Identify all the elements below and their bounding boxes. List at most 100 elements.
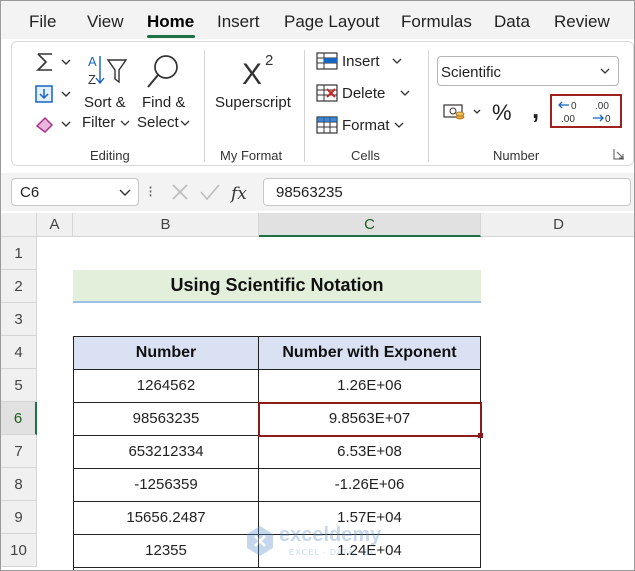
chevron-down-icon <box>600 68 610 74</box>
number-format-value: Scientific <box>441 64 502 81</box>
accounting-format-icon[interactable] <box>442 102 482 124</box>
ribbon: A Z Sort & Filter Find & Select Editing … <box>11 41 634 166</box>
find-select-label-1: Find & <box>142 94 186 111</box>
chevron-down-icon <box>119 189 131 196</box>
row-header-6[interactable]: 6 <box>1 402 37 435</box>
svg-text:0: 0 <box>571 101 577 112</box>
table-cell[interactable]: -1.26E+06 <box>259 469 481 502</box>
sort-filter-icon: A Z <box>88 54 128 87</box>
svg-text:A: A <box>88 54 97 69</box>
superscript-icon: X 2 <box>242 52 273 90</box>
table-cell[interactable]: 1264562 <box>74 370 259 403</box>
svg-text:2: 2 <box>265 52 273 69</box>
svg-text:.00: .00 <box>561 114 575 125</box>
svg-text:0: 0 <box>605 114 611 125</box>
group-divider <box>428 50 429 162</box>
chevron-down-icon <box>180 120 190 126</box>
tab-review[interactable]: Review <box>554 12 610 32</box>
delete-cells-icon <box>316 84 338 102</box>
name-box-value: C6 <box>20 184 40 201</box>
excel-window: File View Home Insert Page Layout Formul… <box>0 0 635 571</box>
find-select-label-2: Select <box>137 114 179 131</box>
table-cell[interactable]: -1256359 <box>74 469 259 502</box>
editing-group-label: Editing <box>90 148 130 163</box>
more-options-icon[interactable]: ⁝ <box>148 182 153 202</box>
active-tab-indicator <box>147 35 195 38</box>
row-header-7[interactable]: 7 <box>1 435 37 468</box>
number-format-select[interactable]: Scientific <box>437 56 619 86</box>
tab-formulas[interactable]: Formulas <box>401 12 472 32</box>
group-divider <box>204 50 205 162</box>
table-header-number[interactable]: Number <box>74 337 259 370</box>
column-header-b[interactable]: B <box>73 213 259 237</box>
row-header-8[interactable]: 8 <box>1 468 37 501</box>
tab-insert[interactable]: Insert <box>217 12 260 32</box>
decrease-decimal-icon[interactable]: .00 0 <box>590 98 618 126</box>
active-cell-highlight <box>258 402 482 437</box>
my-format-group-label: My Format <box>220 148 283 163</box>
watermark-tagline: EXCEL · DATA · BI <box>289 548 374 557</box>
worksheet-grid: A B C D 1 2 3 4 5 6 7 8 9 10 Using Scien… <box>1 213 634 570</box>
formula-bar: C6 ⁝ fx 98563235 <box>1 173 634 211</box>
ribbon-tab-bar: File View Home Insert Page Layout Formul… <box>1 1 634 39</box>
insert-function-icon: fx <box>229 184 247 204</box>
magnifier-icon <box>147 55 178 88</box>
row-header-2[interactable]: 2 <box>1 270 37 303</box>
delete-label: Delete <box>342 85 386 102</box>
chevron-down-icon <box>120 120 130 126</box>
table-cell[interactable]: 98563235 <box>74 403 259 436</box>
chevron-down-icon <box>394 122 404 128</box>
clear-eraser-icon[interactable] <box>34 114 74 136</box>
percent-style-button[interactable]: % <box>492 100 512 126</box>
table-cell[interactable]: 12355 <box>74 535 259 568</box>
table-cell[interactable]: 15656.2487 <box>74 502 259 535</box>
insert-cells-icon <box>316 52 338 70</box>
formula-controls: fx <box>172 184 247 204</box>
sort-filter-label-2: Filter <box>82 114 116 131</box>
tab-home[interactable]: Home <box>147 12 194 32</box>
row-header-4[interactable]: 4 <box>1 336 37 369</box>
format-label: Format <box>342 117 390 134</box>
tab-data[interactable]: Data <box>494 12 530 32</box>
tab-view[interactable]: View <box>87 12 124 32</box>
insert-label: Insert <box>342 53 380 70</box>
decimal-buttons-highlight: 0 .00 .00 0 <box>550 94 622 128</box>
format-cells-icon <box>316 116 338 134</box>
superscript-label: Superscript <box>215 94 291 111</box>
tab-file[interactable]: File <box>29 12 56 32</box>
sheet-title-cell[interactable]: Using Scientific Notation <box>73 270 481 303</box>
autosum-icon[interactable] <box>34 52 74 74</box>
watermark-brand: exceldemy <box>279 524 382 546</box>
row-header-3[interactable]: 3 <box>1 303 37 336</box>
column-header-c[interactable]: C <box>259 213 481 237</box>
chevron-down-icon <box>392 58 402 64</box>
cancel-icon <box>172 184 188 200</box>
fill-handle[interactable] <box>478 433 483 438</box>
name-box[interactable]: C6 <box>11 178 139 206</box>
sort-filter-label-1: Sort & <box>84 94 126 111</box>
row-header-1[interactable]: 1 <box>1 237 37 270</box>
select-all-corner[interactable] <box>1 213 37 237</box>
number-group-label: Number <box>493 148 540 163</box>
svg-text:X: X <box>242 58 262 90</box>
row-header-10[interactable]: 10 <box>1 534 37 567</box>
svg-text:Z: Z <box>88 72 96 87</box>
table-cell[interactable]: 6.53E+08 <box>259 436 481 469</box>
table-cell[interactable]: 1.26E+06 <box>259 370 481 403</box>
column-header-a[interactable]: A <box>37 213 73 237</box>
chevron-down-icon <box>400 90 410 96</box>
svg-text:.00: .00 <box>595 101 609 112</box>
fill-down-icon[interactable] <box>34 84 74 106</box>
formula-input[interactable]: 98563235 <box>263 178 631 206</box>
enter-check-icon <box>200 184 220 201</box>
table-header-exponent[interactable]: Number with Exponent <box>259 337 481 370</box>
table-cell[interactable]: 653212334 <box>74 436 259 469</box>
tab-page-layout[interactable]: Page Layout <box>284 12 379 32</box>
row-header-5[interactable]: 5 <box>1 369 37 402</box>
column-header-d[interactable]: D <box>481 213 634 237</box>
cells-group-label: Cells <box>351 148 380 163</box>
increase-decimal-icon[interactable]: 0 .00 <box>556 98 584 126</box>
comma-style-button[interactable]: , <box>532 94 539 125</box>
row-header-9[interactable]: 9 <box>1 501 37 534</box>
dialog-launcher-icon[interactable] <box>613 148 625 160</box>
